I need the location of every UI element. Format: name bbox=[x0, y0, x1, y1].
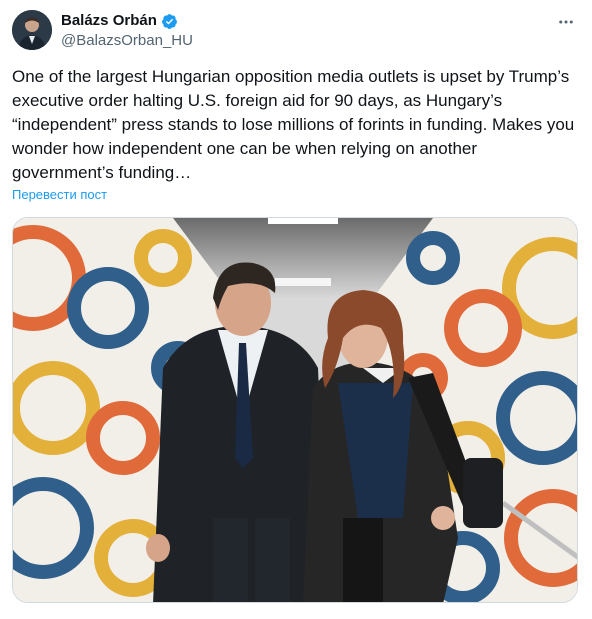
tweet-card: Balázs Orbán @BalazsOrban_HU One of the … bbox=[0, 0, 592, 619]
more-options-icon[interactable] bbox=[552, 8, 580, 36]
tweet-text: One of the largest Hungarian opposition … bbox=[12, 67, 575, 182]
translate-post-link[interactable]: Перевести пост bbox=[12, 187, 107, 203]
author-display-name[interactable]: Balázs Orbán bbox=[61, 12, 157, 30]
avatar[interactable] bbox=[12, 10, 52, 50]
author-handle[interactable]: @BalazsOrban_HU bbox=[61, 32, 193, 50]
verified-badge-icon bbox=[161, 13, 178, 30]
tweet-photo[interactable] bbox=[12, 217, 578, 603]
author-name-row: Balázs Orbán bbox=[61, 12, 178, 30]
